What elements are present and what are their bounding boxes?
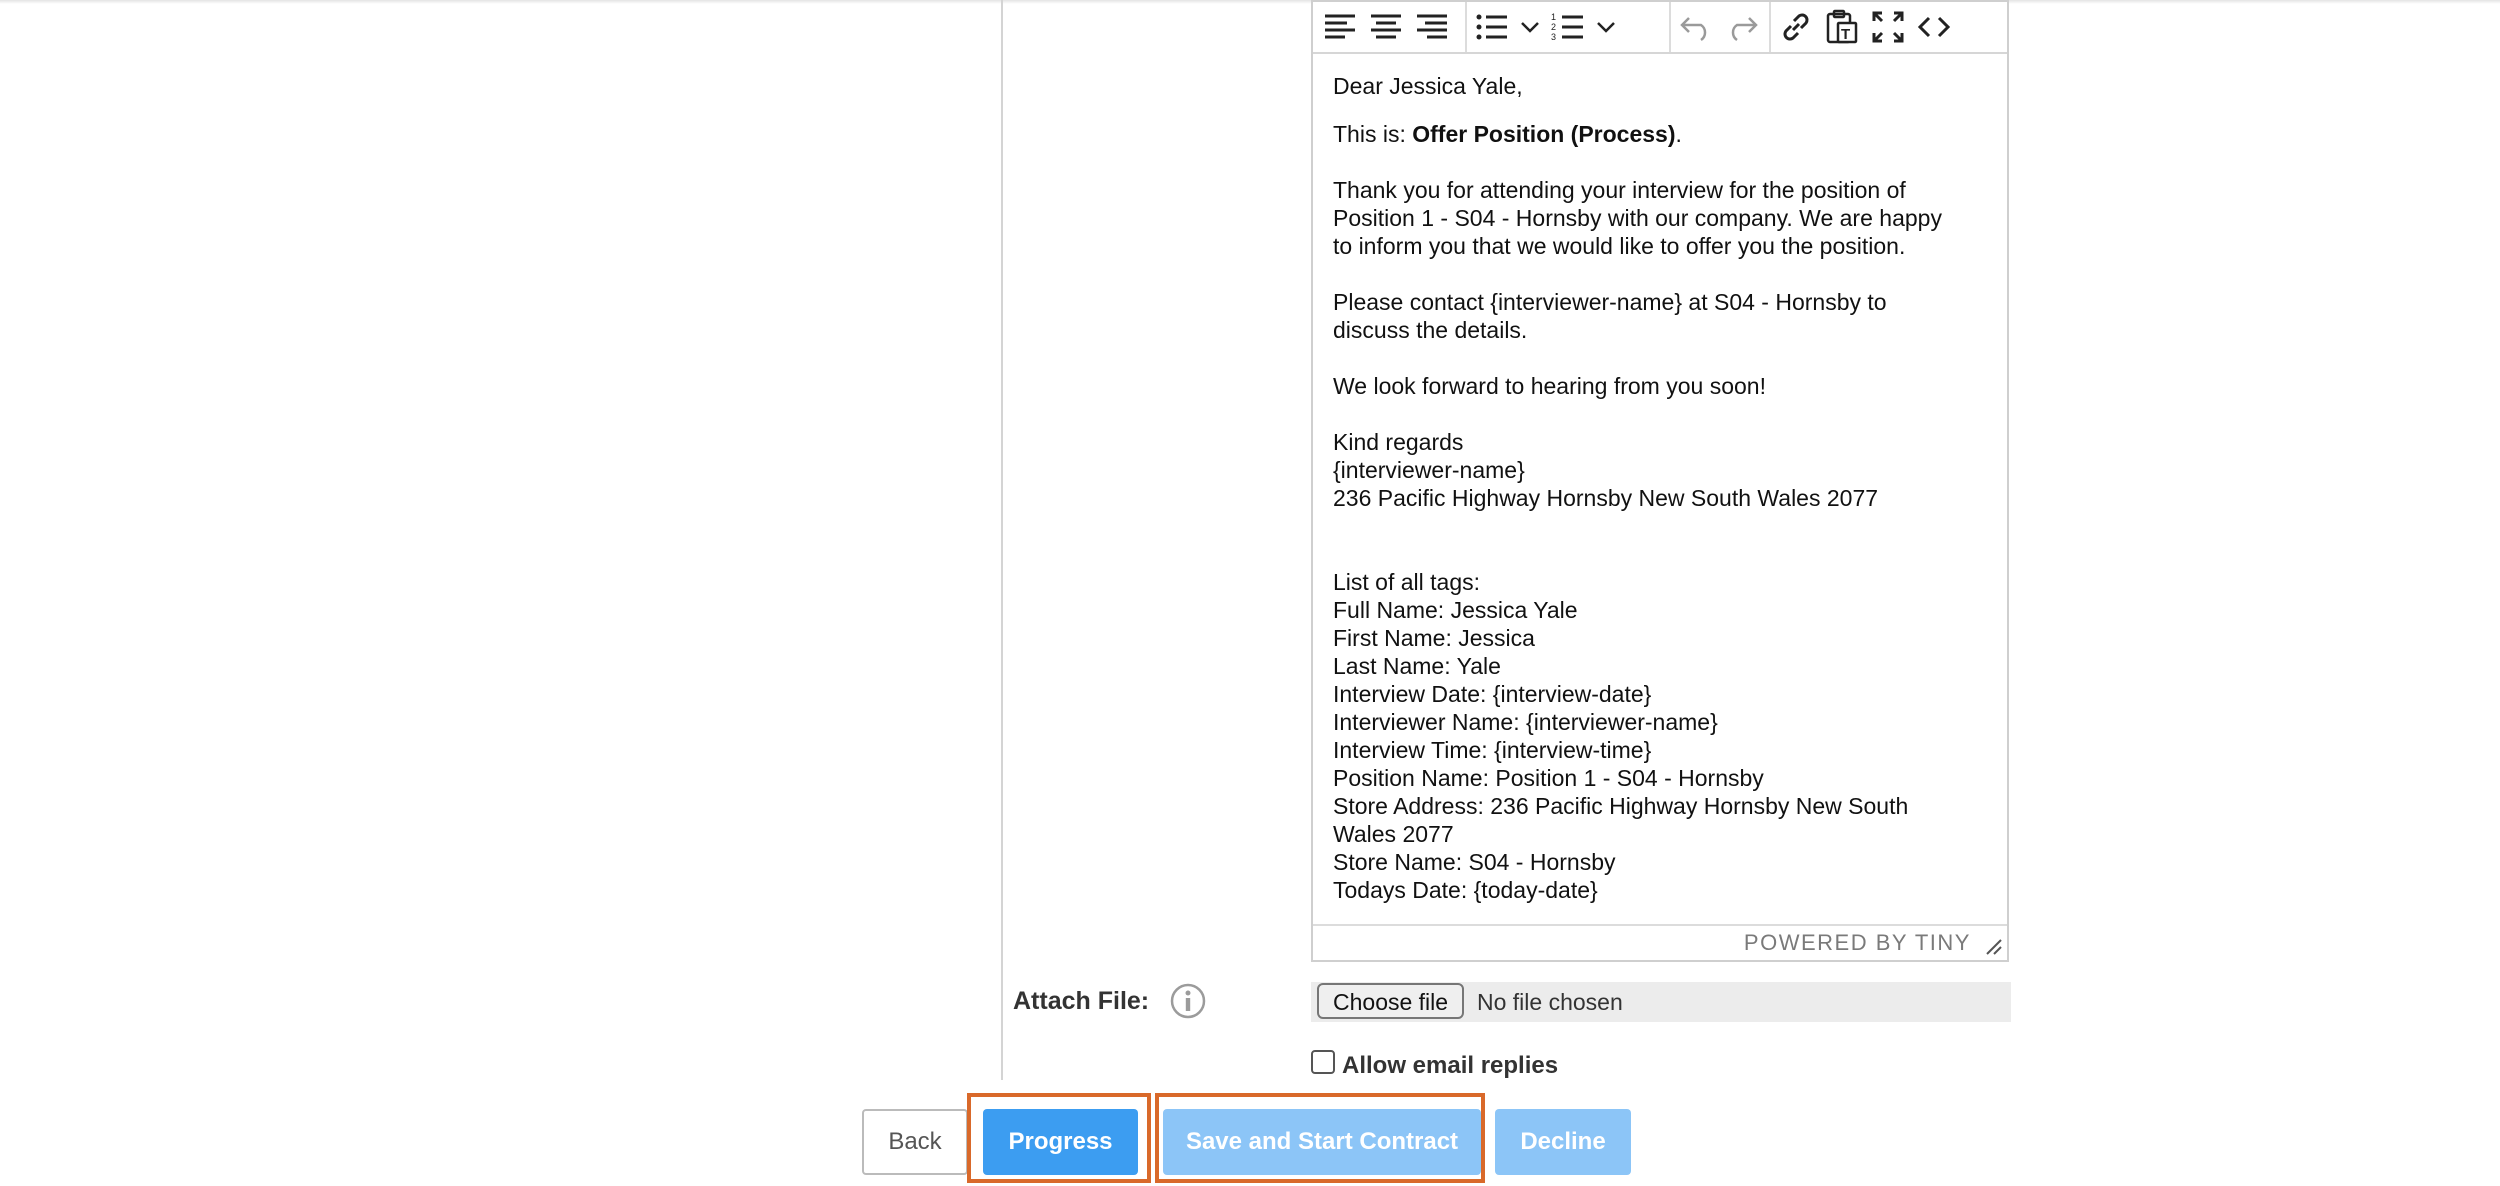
body-line: Please contact {interviewer-name} at S04… bbox=[1333, 289, 1887, 315]
align-group bbox=[1317, 2, 1455, 52]
tag-line: Wales 2077 bbox=[1333, 821, 1454, 847]
tag-line: Position Name: Position 1 - S04 - Hornsb… bbox=[1333, 765, 1764, 791]
column-divider bbox=[1001, 0, 1003, 1080]
svg-text:3: 3 bbox=[1551, 32, 1556, 42]
link-button[interactable] bbox=[1773, 4, 1819, 50]
top-shadow bbox=[0, 0, 2500, 4]
list-group: 123 bbox=[1469, 2, 1621, 52]
undo-icon bbox=[1680, 17, 1707, 42]
body-line: Thank you for attending your interview f… bbox=[1333, 177, 1906, 203]
align-left-icon bbox=[1325, 14, 1355, 39]
body-line: Position 1 - S04 - Hornsby with our comp… bbox=[1333, 205, 1942, 231]
highlight-box-progress bbox=[967, 1093, 1151, 1183]
tag-line: Store Address: 236 Pacific Highway Horns… bbox=[1333, 793, 1909, 819]
signature-line: {interviewer-name} bbox=[1333, 457, 1525, 483]
file-input[interactable]: Choose file No file chosen bbox=[1311, 982, 2011, 1022]
allow-email-replies-label[interactable]: Allow email replies bbox=[1342, 1052, 1558, 1080]
fullscreen-icon bbox=[1872, 11, 1904, 43]
align-center-icon bbox=[1371, 14, 1401, 39]
tag-line: Last Name: Yale bbox=[1333, 653, 1501, 679]
numbered-list-icon: 123 bbox=[1551, 12, 1583, 42]
tag-line: Interviewer Name: {interviewer-name} bbox=[1333, 709, 1718, 735]
redo-button[interactable] bbox=[1719, 4, 1765, 50]
bullet-list-button[interactable] bbox=[1469, 4, 1515, 50]
chevron-down-icon bbox=[1521, 22, 1539, 33]
bullet-list-dropdown[interactable] bbox=[1515, 4, 1545, 50]
insert-group: T bbox=[1773, 2, 1957, 52]
toolbar-separator bbox=[1669, 2, 1671, 52]
history-group bbox=[1673, 2, 1765, 52]
tags-header: List of all tags: bbox=[1333, 569, 1481, 595]
tag-line: First Name: Jessica bbox=[1333, 625, 1535, 651]
rich-text-editor: 123 T Dear Jessica Yale, This is: Offer … bbox=[1311, 0, 2009, 962]
this-is-line: This is: Offer Position (Process). bbox=[1333, 121, 1682, 147]
body-line: to inform you that we would like to offe… bbox=[1333, 233, 1906, 259]
allow-email-replies-checkbox[interactable] bbox=[1311, 1050, 1335, 1074]
greeting-line: Dear Jessica Yale, bbox=[1333, 73, 1523, 99]
align-center-button[interactable] bbox=[1363, 4, 1409, 50]
svg-text:T: T bbox=[1841, 26, 1850, 43]
body-line: discuss the details. bbox=[1333, 317, 1528, 343]
tag-line: Store Name: S04 - Hornsby bbox=[1333, 849, 1616, 875]
fullscreen-button[interactable] bbox=[1865, 4, 1911, 50]
body-line: We look forward to hearing from you soon… bbox=[1333, 373, 1766, 399]
align-right-button[interactable] bbox=[1409, 4, 1455, 50]
decline-button[interactable]: Decline bbox=[1495, 1109, 1631, 1175]
source-code-button[interactable] bbox=[1911, 4, 1957, 50]
file-status: No file chosen bbox=[1477, 989, 1623, 1015]
numbered-list-button[interactable]: 123 bbox=[1545, 4, 1591, 50]
attach-file-label: Attach File: bbox=[1013, 987, 1150, 1015]
toolbar-separator bbox=[1465, 2, 1467, 52]
signature-line: 236 Pacific Highway Hornsby New South Wa… bbox=[1333, 485, 1879, 511]
tag-line: Todays Date: {today-date} bbox=[1333, 877, 1598, 903]
svg-text:1: 1 bbox=[1551, 12, 1556, 22]
code-icon bbox=[1917, 16, 1951, 38]
powered-by-link[interactable]: POWERED BY TINY bbox=[1744, 930, 1971, 956]
chevron-down-icon bbox=[1597, 22, 1615, 33]
paste-text-button[interactable]: T bbox=[1819, 4, 1865, 50]
back-button[interactable]: Back bbox=[862, 1109, 968, 1175]
editor-statusbar: POWERED BY TINY bbox=[1313, 924, 2007, 960]
tag-line: Full Name: Jessica Yale bbox=[1333, 597, 1578, 623]
process-name: Offer Position (Process) bbox=[1412, 121, 1676, 147]
signature-line: Kind regards bbox=[1333, 429, 1464, 455]
toolbar-separator bbox=[1769, 2, 1771, 52]
resize-handle-icon[interactable] bbox=[1983, 936, 2003, 956]
editor-toolbar: 123 T bbox=[1313, 2, 2007, 54]
tag-line: Interview Date: {interview-date} bbox=[1333, 681, 1652, 707]
bullet-list-icon bbox=[1476, 14, 1507, 40]
redo-icon bbox=[1731, 17, 1758, 42]
undo-button[interactable] bbox=[1673, 4, 1719, 50]
numbered-list-dropdown[interactable] bbox=[1591, 4, 1621, 50]
editor-content[interactable]: Dear Jessica Yale, This is: Offer Positi… bbox=[1333, 72, 1993, 904]
info-icon[interactable] bbox=[1169, 982, 1207, 1020]
align-right-icon bbox=[1417, 14, 1447, 39]
choose-file-button[interactable]: Choose file bbox=[1317, 983, 1465, 1019]
highlight-box-save bbox=[1155, 1093, 1485, 1183]
align-left-button[interactable] bbox=[1317, 4, 1363, 50]
tag-line: Interview Time: {interview-time} bbox=[1333, 737, 1652, 763]
link-icon bbox=[1783, 13, 1809, 41]
svg-text:2: 2 bbox=[1551, 22, 1556, 32]
paste-text-icon: T bbox=[1826, 9, 1858, 44]
